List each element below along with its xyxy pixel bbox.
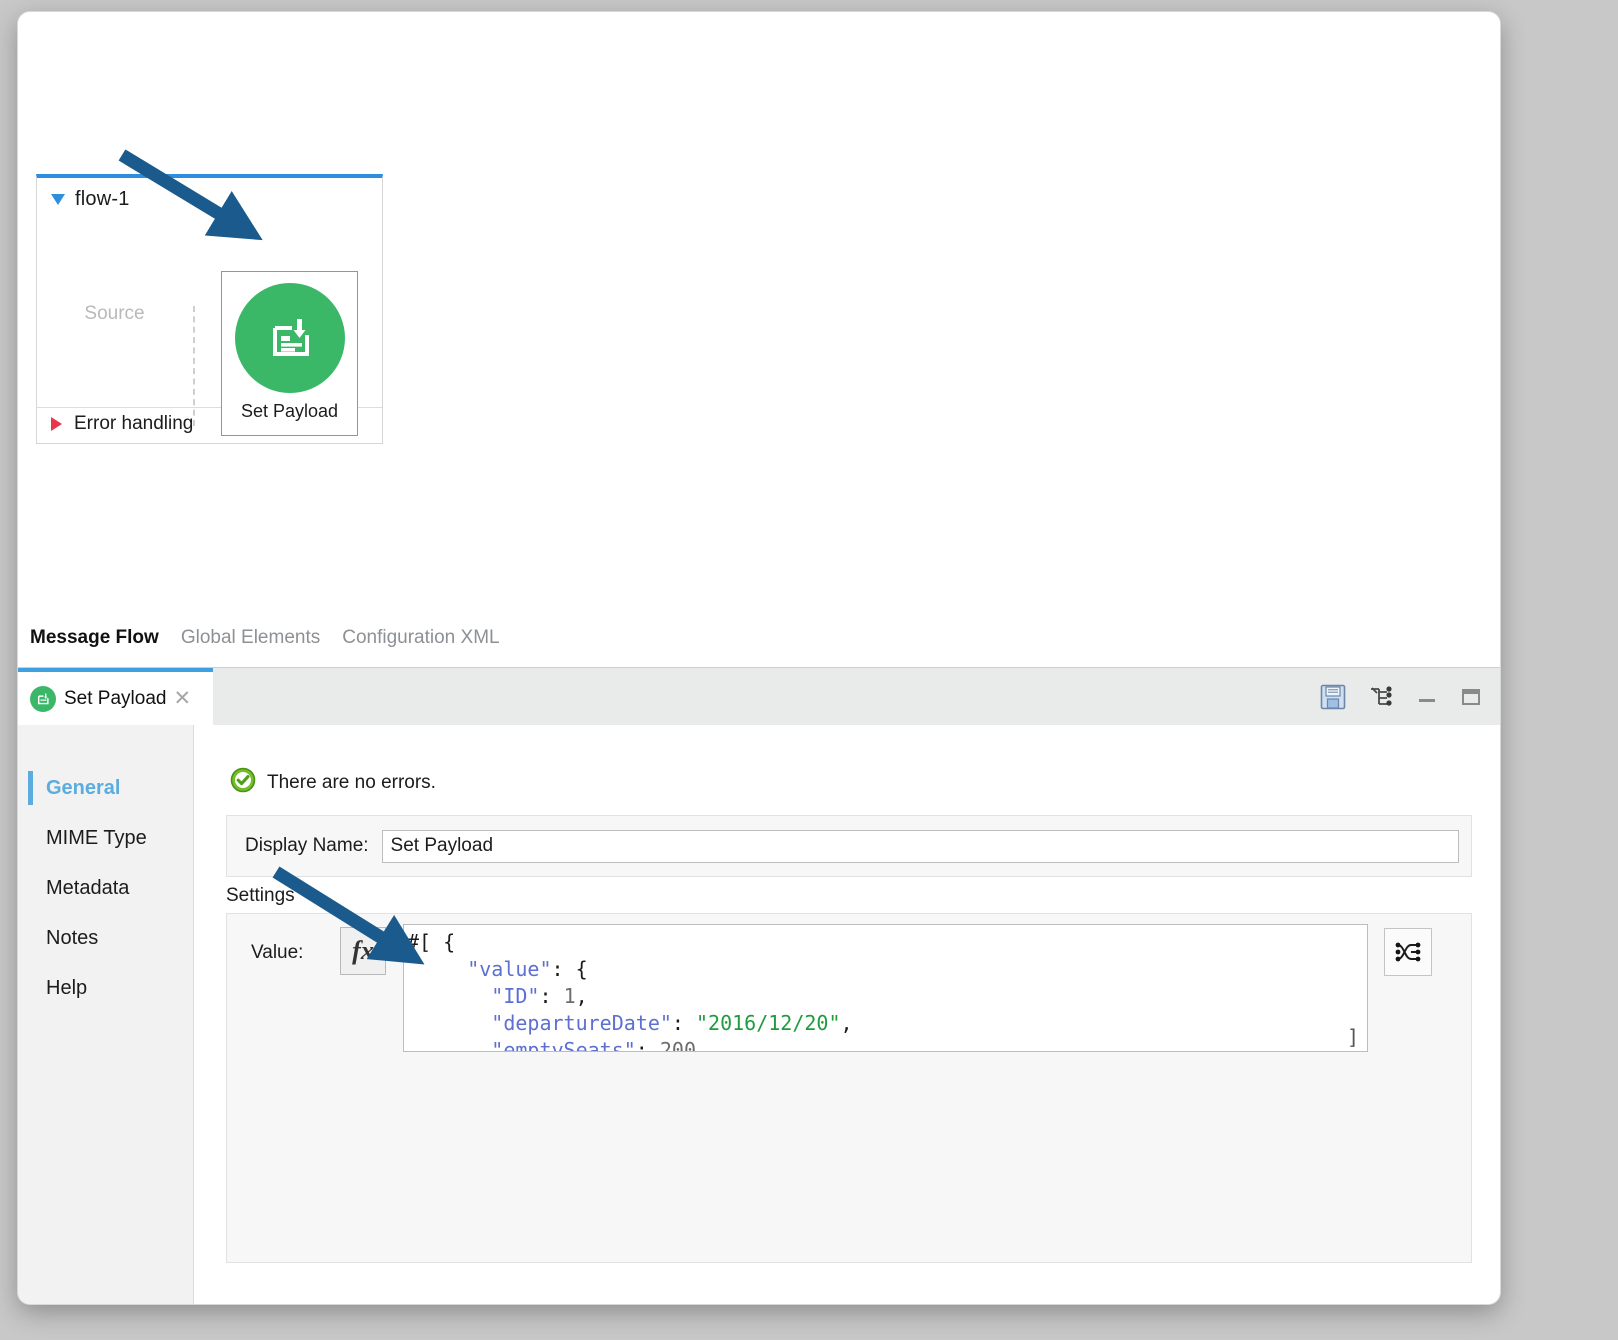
status-text: There are no errors. — [267, 772, 436, 794]
display-name-input[interactable] — [382, 830, 1459, 863]
tab-configuration-xml[interactable]: Configuration XML — [342, 627, 499, 649]
set-payload-icon — [30, 686, 56, 712]
value-code-text: #[ { "value": { "ID": 1, "departureDate"… — [407, 929, 1367, 1052]
properties-tab-bar: Set Payload ✕ — [18, 668, 1500, 725]
display-name-group: Display Name: — [226, 815, 1472, 877]
properties-tab-set-payload[interactable]: Set Payload ✕ — [18, 668, 213, 725]
value-label: Value: — [251, 942, 303, 964]
value-trailing-bracket: ] — [1347, 1025, 1359, 1049]
tab-global-elements[interactable]: Global Elements — [181, 627, 320, 649]
status-message: There are no errors. — [230, 767, 436, 798]
flow-header[interactable]: flow-1 — [37, 178, 382, 220]
nav-item-mime-type[interactable]: MIME Type — [18, 813, 193, 863]
message-flow-canvas[interactable]: flow-1 Source — [18, 12, 1500, 667]
properties-panel: Set Payload ✕ — [18, 667, 1500, 1304]
source-placeholder-label: Source — [84, 303, 144, 325]
triangle-down-icon[interactable] — [51, 194, 65, 205]
display-name-label: Display Name: — [245, 835, 369, 857]
value-code-editor[interactable]: #[ { "value": { "ID": 1, "departureDate"… — [403, 924, 1368, 1052]
tab-message-flow[interactable]: Message Flow — [30, 627, 159, 649]
link-tree-icon[interactable] — [1368, 684, 1394, 710]
editor-tab-bar[interactable]: Message Flow Global Elements Configurati… — [18, 609, 1500, 667]
set-payload-icon — [235, 283, 345, 393]
properties-content-general: There are no errors. Display Name: Setti… — [194, 725, 1500, 1304]
nav-item-help[interactable]: Help — [18, 963, 193, 1013]
source-dropzone[interactable]: Source — [37, 220, 192, 408]
nav-item-label: General — [46, 777, 120, 800]
properties-tab-label: Set Payload — [64, 688, 166, 710]
error-handling-label: Error handling — [74, 413, 193, 435]
settings-group: Value: fx #[ { "value": { "ID": 1, "depa… — [226, 913, 1472, 1263]
properties-toolbar[interactable] — [1320, 668, 1492, 725]
properties-nav[interactable]: General MIME Type Metadata Notes Help — [18, 725, 194, 1304]
nav-item-label: Help — [46, 977, 87, 1000]
maximize-icon[interactable] — [1460, 686, 1482, 708]
minimize-icon[interactable] — [1416, 686, 1438, 708]
close-icon[interactable]: ✕ — [173, 691, 191, 707]
error-handling-section[interactable]: Error handling — [37, 405, 382, 443]
nav-item-label: MIME Type — [46, 827, 147, 850]
application-window: flow-1 Source — [18, 12, 1500, 1304]
flow-name-label: flow-1 — [75, 188, 130, 211]
settings-section-label: Settings — [226, 885, 295, 907]
flow-body: Source — [37, 220, 382, 408]
properties-body: General MIME Type Metadata Notes Help — [18, 725, 1500, 1304]
nav-item-metadata[interactable]: Metadata — [18, 863, 193, 913]
dataweave-transform-icon[interactable] — [1384, 928, 1432, 976]
nav-item-label: Notes — [46, 927, 98, 950]
nav-item-label: Metadata — [46, 877, 129, 900]
fx-button[interactable]: fx — [340, 927, 386, 975]
success-check-icon — [230, 767, 256, 798]
nav-item-notes[interactable]: Notes — [18, 913, 193, 963]
save-icon[interactable] — [1320, 684, 1346, 710]
nav-item-general[interactable]: General — [18, 763, 193, 813]
triangle-right-icon[interactable] — [51, 417, 62, 431]
flow-container[interactable]: flow-1 Source — [36, 174, 383, 444]
